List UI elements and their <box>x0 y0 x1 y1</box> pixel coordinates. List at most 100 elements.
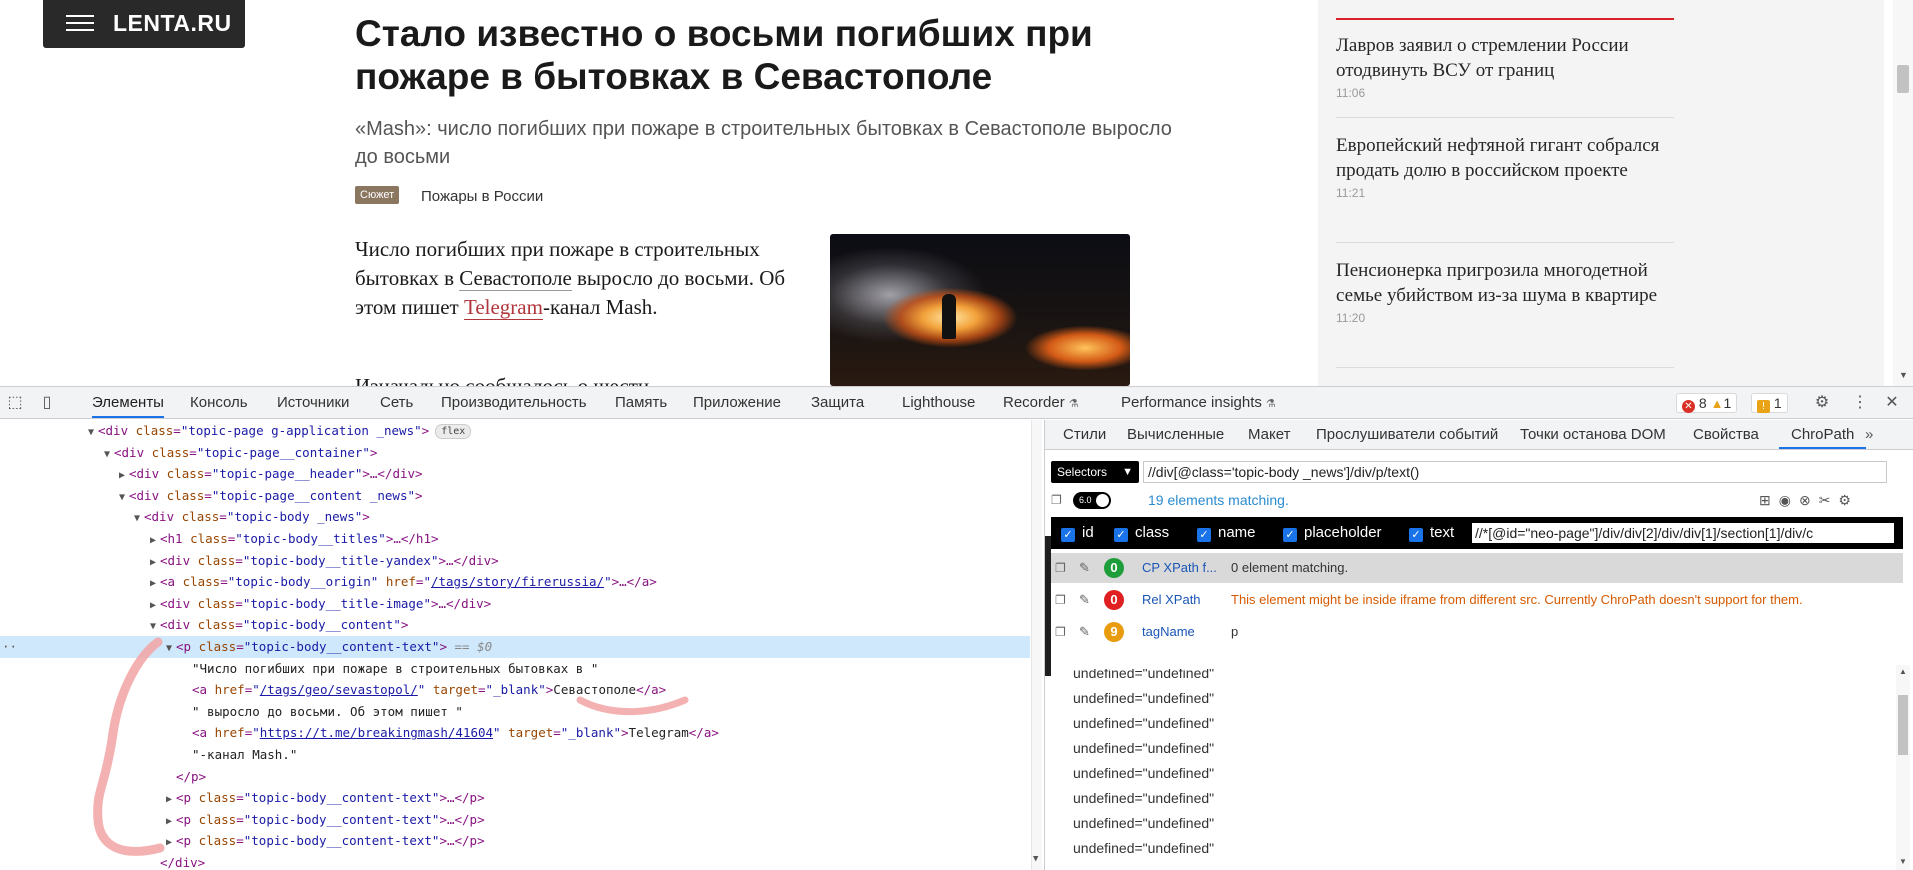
settings-gear-icon[interactable]: ⚙ <box>1813 394 1831 412</box>
dom-node[interactable]: ▼ <div class="topic-page g-application _n… <box>0 420 1030 442</box>
edit-pencil-icon[interactable]: ✎ <box>1079 585 1090 615</box>
news-headline[interactable]: Европейский нефтяной гигант собрался про… <box>1336 133 1676 183</box>
copy-icon[interactable]: ❐ <box>1055 553 1066 583</box>
story-link[interactable]: Пожары в России <box>421 186 543 208</box>
settings-icon[interactable]: ⚙ <box>1838 492 1859 508</box>
tab-security[interactable]: Защита <box>811 387 864 418</box>
tab-application[interactable]: Приложение <box>693 387 781 418</box>
checkbox-name[interactable]: ✓ name <box>1197 525 1256 542</box>
copy-icon[interactable]: ❐ <box>1055 585 1066 615</box>
scroll-down-arrow-icon[interactable]: ▼ <box>1899 857 1907 866</box>
sevastopol-link[interactable]: Севастополе <box>459 266 572 291</box>
generate-icon[interactable]: ⊞ <box>1759 492 1779 508</box>
tab-properties[interactable]: Свойства <box>1693 420 1759 449</box>
scroll-down-arrow-icon[interactable]: ▼ <box>1899 370 1908 380</box>
tools-icon[interactable]: ✂ <box>1819 492 1839 508</box>
news-headline[interactable]: Лавров заявил о стремлении России отодви… <box>1336 33 1676 83</box>
tab-memory[interactable]: Память <box>615 387 667 418</box>
checkbox-id[interactable]: ✓ id <box>1061 525 1094 542</box>
dom-node[interactable]: <a href="/tags/geo/sevastopol/" target="… <box>0 679 1030 701</box>
dom-node[interactable]: ▼ <div class="topic-page__container"> <box>0 442 1030 464</box>
dom-node[interactable]: <a href="https://t.me/breakingmash/41604… <box>0 722 1030 744</box>
result-item[interactable]: undefined="undefined" <box>1073 836 1214 861</box>
telegram-link[interactable]: Telegram <box>463 295 543 320</box>
tab-performance[interactable]: Производительность <box>441 387 587 418</box>
record-icon[interactable]: ◉ <box>1779 492 1799 508</box>
result-item[interactable]: undefined="undefined" <box>1073 786 1214 811</box>
page-scrollbar[interactable]: ▼ <box>1893 0 1913 386</box>
menu-icon[interactable] <box>66 15 94 31</box>
result-item[interactable]: undefined="undefined" <box>1073 761 1214 786</box>
dom-text-node[interactable]: " выросло до восьми. Об этом пишет " <box>0 701 1030 723</box>
tab-recorder[interactable]: Recorder ⚗ <box>1003 387 1079 418</box>
sidebar-news-item[interactable]: Лавров заявил о стремлении России отодви… <box>1336 33 1676 100</box>
selector-type-dropdown[interactable]: Selectors ▼ <box>1051 461 1139 483</box>
dom-node[interactable]: ▼ <div class="topic-body__content"> <box>0 614 1030 636</box>
sidebar-news-item[interactable]: Пенсионерка пригрозила многодетной семье… <box>1336 258 1676 325</box>
scrollbar-thumb[interactable] <box>1898 695 1908 755</box>
dom-node[interactable]: ▶ <div class="topic-body__title-yandex">…… <box>0 550 1030 572</box>
tab-dom-breakpoints[interactable]: Точки останова DOM <box>1520 420 1666 449</box>
attribute-xpath-input[interactable]: //*[@id="neo-page"]/div/div[2]/div/div[1… <box>1472 523 1894 543</box>
edit-pencil-icon[interactable]: ✎ <box>1079 553 1090 583</box>
checkbox-class[interactable]: ✓ class <box>1114 525 1169 542</box>
tab-chropath[interactable]: ChroPath <box>1779 420 1867 449</box>
result-item[interactable]: undefined="undefined" <box>1073 686 1214 711</box>
dom-text-node[interactable]: "-канал Mash." <box>0 744 1030 766</box>
result-item[interactable]: undefined="undefined" <box>1073 669 1214 686</box>
dom-node[interactable]: ▶ <p class="topic-body__content-text">…</… <box>0 787 1030 809</box>
results-scrollbar[interactable]: ▲ ▼ <box>1896 665 1910 870</box>
row-label[interactable]: Rel XPath <box>1142 585 1201 615</box>
dom-node[interactable]: ▶ <div class="topic-page__header">…</div> <box>0 463 1030 485</box>
result-item[interactable]: undefined="undefined" <box>1073 711 1214 736</box>
scroll-up-arrow-icon[interactable]: ▲ <box>1899 667 1907 676</box>
checkbox-text[interactable]: ✓ text <box>1409 525 1454 542</box>
dom-node[interactable]: ▼ <div class="topic-body _news"> <box>0 506 1030 528</box>
tab-performance-insights[interactable]: Performance insights ⚗ <box>1121 387 1276 418</box>
tab-computed[interactable]: Вычисленные <box>1127 420 1224 449</box>
row-label[interactable]: tagName <box>1142 617 1195 647</box>
checkbox-placeholder[interactable]: ✓ placeholder <box>1283 525 1382 542</box>
dom-node[interactable]: ▶ <p class="topic-body__content-text">…</… <box>0 830 1030 852</box>
scroll-down-arrow-icon[interactable]: ▼ <box>1033 854 1038 864</box>
more-tabs-icon[interactable]: » <box>1865 420 1873 449</box>
console-errors-badge[interactable]: ✕ 8 ▲1 <box>1676 393 1738 413</box>
row-label[interactable]: CP XPath f... <box>1142 553 1217 583</box>
tab-event-listeners[interactable]: Прослушиватели событий <box>1316 420 1498 449</box>
dom-node-selected[interactable]: ·· ▼ <p class="topic-body__content-text"> … <box>0 636 1030 658</box>
elements-scrollbar[interactable]: ▼ <box>1031 420 1042 870</box>
selector-input[interactable]: //div[@class='topic-body _news']/div/p/t… <box>1143 461 1887 483</box>
tab-styles[interactable]: Стили <box>1063 420 1106 449</box>
version-toggle[interactable]: 6.0 <box>1073 492 1111 509</box>
copy-icon[interactable]: ❐ <box>1051 493 1062 507</box>
flex-badge[interactable]: flex <box>435 424 472 439</box>
dom-text-node[interactable]: "Число погибших при пожаре в строительны… <box>0 658 1030 680</box>
result-item[interactable]: undefined="undefined" <box>1073 811 1214 836</box>
href-link[interactable]: /tags/story/firerussia/ <box>431 574 604 589</box>
sidebar-news-item[interactable]: Европейский нефтяной гигант собрался про… <box>1336 133 1676 200</box>
more-options-icon[interactable]: ⋮ <box>1851 394 1869 412</box>
tab-layout[interactable]: Макет <box>1248 420 1290 449</box>
inspect-element-icon[interactable]: ⬚ <box>6 394 24 412</box>
news-headline[interactable]: Пенсионерка пригрозила многодетной семье… <box>1336 258 1676 308</box>
edit-pencil-icon[interactable]: ✎ <box>1079 617 1090 647</box>
tab-sources[interactable]: Источники <box>277 387 349 418</box>
tab-network[interactable]: Сеть <box>380 387 413 418</box>
dom-close-tag[interactable]: </p> <box>0 766 1030 788</box>
dom-node[interactable]: ▶ <a class="topic-body__origin" href="/ta… <box>0 571 1030 593</box>
href-link[interactable]: /tags/geo/sevastopol/ <box>260 682 418 697</box>
close-devtools-icon[interactable]: ✕ <box>1883 394 1901 412</box>
scrollbar-thumb[interactable] <box>1897 65 1909 93</box>
copy-icon[interactable]: ❐ <box>1055 617 1066 647</box>
device-toolbar-icon[interactable]: ▯ <box>38 394 56 412</box>
dom-node[interactable]: ▶ <p class="topic-body__content-text">…</… <box>0 809 1030 831</box>
tab-lighthouse[interactable]: Lighthouse <box>902 387 975 418</box>
node-menu-icon[interactable]: ·· <box>2 636 17 658</box>
dom-node[interactable]: ▼ <div class="topic-page__content _news"> <box>0 485 1030 507</box>
dom-node[interactable]: ▶ <h1 class="topic-body__titles">…</h1> <box>0 528 1030 550</box>
issues-badge[interactable]: ! 1 <box>1751 393 1788 413</box>
site-logo[interactable]: LENTA.RU <box>113 10 232 37</box>
href-link[interactable]: https://t.me/breakingmash/41604 <box>260 725 493 740</box>
dom-node[interactable]: ▶ <div class="topic-body__title-image">…<… <box>0 593 1030 615</box>
dom-close-tag[interactable]: </div> <box>0 852 1030 870</box>
